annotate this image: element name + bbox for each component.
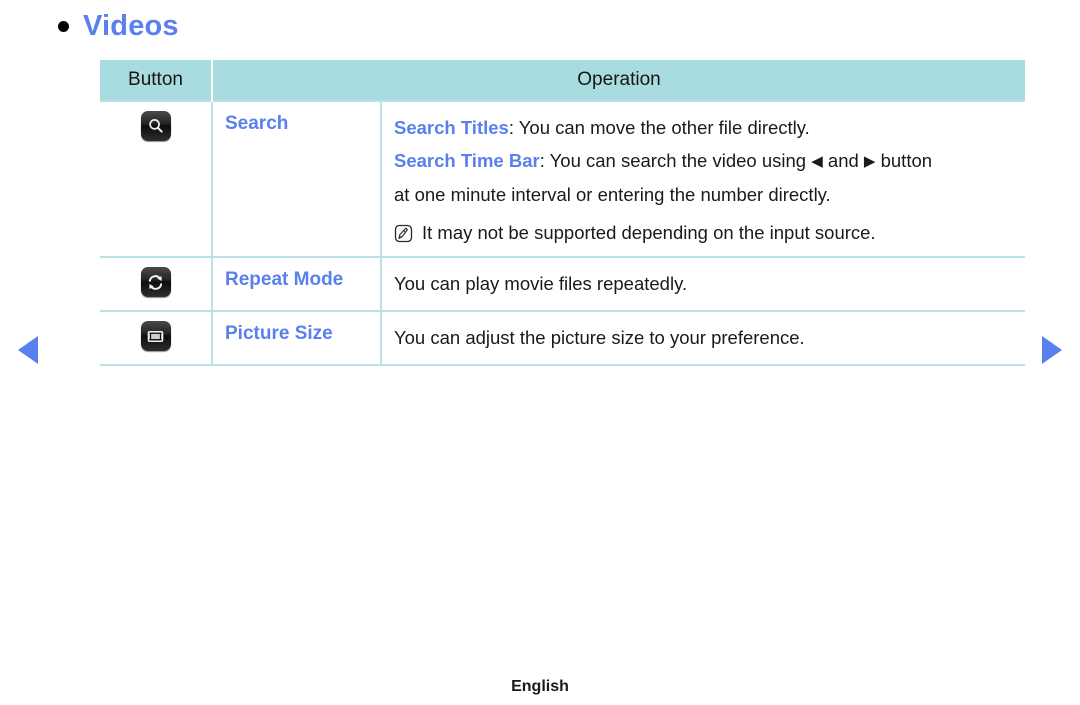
operation-text: You can play movie files repeatedly. (394, 273, 688, 294)
row-label-cell: Picture Size (212, 310, 382, 366)
row-operation-cell: You can play movie files repeatedly. (381, 256, 1026, 312)
operation-term: Search Time Bar (394, 150, 540, 171)
operation-text: You can adjust the picture size to your … (394, 327, 805, 348)
bullet-dot-icon (58, 21, 69, 32)
operation-text: : You can move the other file directly. (508, 117, 810, 138)
column-header-operation: Operation (212, 60, 1026, 101)
page-title-label: Videos (83, 10, 179, 42)
row-operation-cell: You can adjust the picture size to your … (381, 310, 1026, 366)
column-header-button: Button (100, 60, 213, 101)
operation-line: at one minute interval or entering the n… (394, 178, 1025, 211)
row-label: Picture Size (225, 323, 333, 344)
previous-page-button[interactable] (18, 336, 38, 364)
table-row: Search Search Titles: You can move the o… (100, 100, 1026, 258)
table-body: Search Search Titles: You can move the o… (100, 100, 1026, 366)
triangle-right-icon: ▶ (863, 153, 876, 170)
row-label-cell: Repeat Mode (212, 256, 382, 312)
repeat-key-icon[interactable] (140, 267, 171, 297)
operation-line: You can play movie files repeatedly. (394, 267, 1025, 300)
page-title: Videos (58, 12, 179, 41)
footer-language-label: English (511, 678, 569, 695)
row-operation-cell: Search Titles: You can move the other fi… (381, 100, 1026, 258)
table-header-row: Button Operation (100, 60, 1026, 101)
operation-term: Search Titles (394, 117, 509, 138)
row-button-cell (100, 256, 213, 312)
table-header: Button Operation (100, 60, 1026, 101)
operation-text: at one minute interval or entering the n… (394, 184, 831, 205)
row-button-cell (100, 100, 213, 258)
picture-size-key-icon[interactable] (140, 321, 171, 351)
row-label: Repeat Mode (225, 269, 344, 290)
note-pencil-icon (394, 224, 413, 243)
operation-line: Search Time Bar: You can search the vide… (394, 144, 1025, 178)
search-key-icon[interactable] (140, 111, 171, 141)
operation-note-text: It may not be supported depending on the… (422, 222, 876, 243)
table-row: Picture Size You can adjust the picture … (100, 310, 1026, 366)
next-page-button[interactable] (1042, 336, 1062, 364)
button-operation-table: Button Operation Search Search Titles: Y… (100, 60, 1026, 366)
operation-text: button (875, 150, 933, 171)
table-row: Repeat Mode You can play movie files rep… (100, 256, 1026, 312)
operation-line: Search Titles: You can move the other fi… (394, 111, 1025, 144)
operation-text: : You can search the video using (539, 150, 812, 171)
row-label-cell: Search (212, 100, 382, 258)
row-button-cell (100, 310, 213, 366)
operation-text: and (822, 150, 864, 171)
triangle-left-icon: ◀ (811, 153, 823, 170)
row-label: Search (225, 113, 289, 134)
operation-note: It may not be supported depending on the… (394, 220, 1025, 246)
operation-line: You can adjust the picture size to your … (394, 321, 1025, 354)
